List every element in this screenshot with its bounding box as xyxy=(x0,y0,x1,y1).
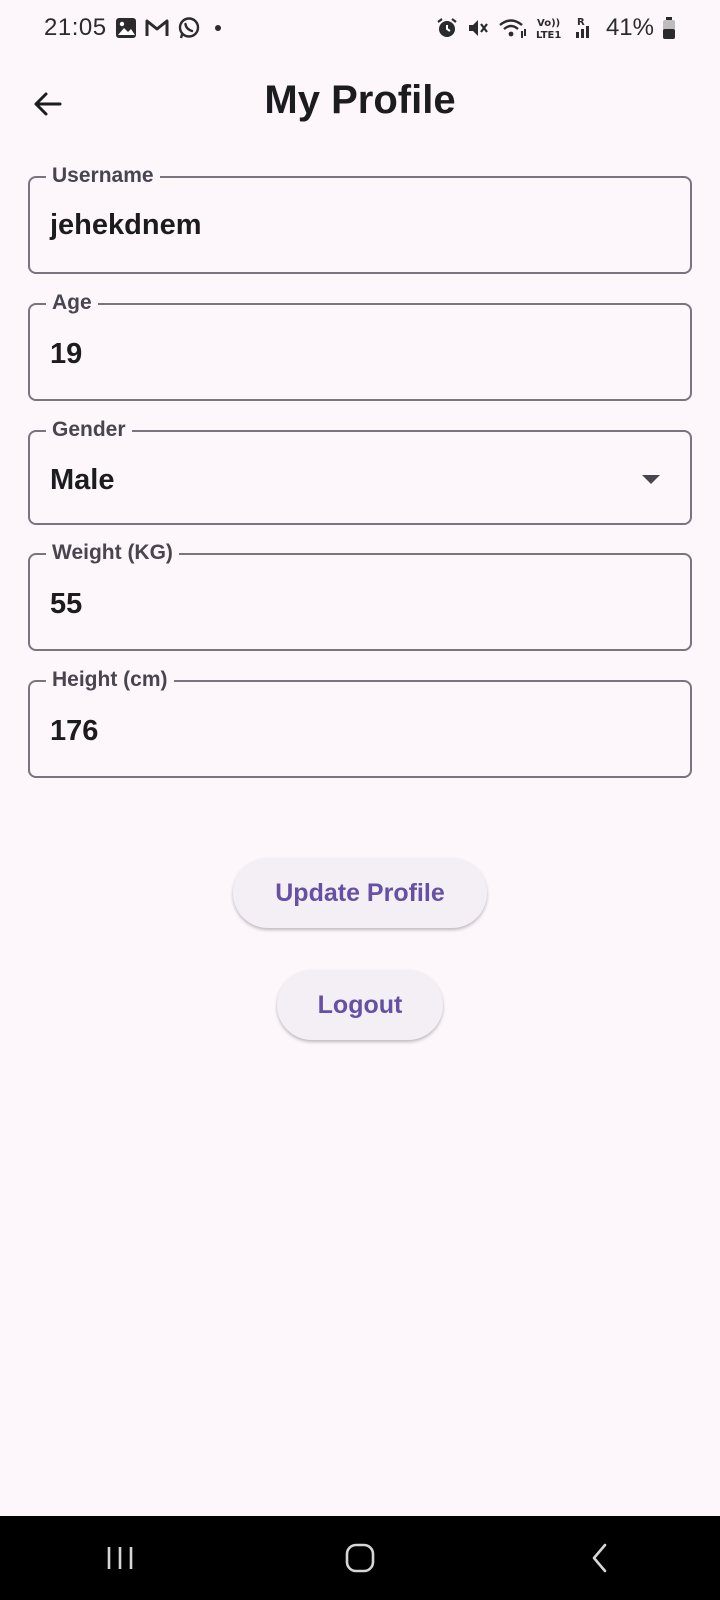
update-profile-button[interactable]: Update Profile xyxy=(233,858,487,928)
username-value[interactable]: jehekdnem xyxy=(50,209,202,242)
username-field[interactable]: Username jehekdnem xyxy=(28,164,692,274)
battery-percent: 41% xyxy=(605,14,654,41)
whatsapp-icon xyxy=(177,16,201,40)
age-field[interactable]: Age 19 xyxy=(28,291,692,401)
status-bar: 21:05 Vo)) LTE1 R 41% xyxy=(0,0,720,56)
status-time: 21:05 xyxy=(44,14,107,41)
system-nav-bar xyxy=(0,1516,720,1600)
gender-value[interactable]: Male xyxy=(50,464,114,497)
signal-icon: R xyxy=(572,16,594,40)
height-value[interactable]: 176 xyxy=(50,715,98,748)
profile-screen: 21:05 Vo)) LTE1 R 41% My Profile Usernam… xyxy=(0,0,720,1600)
height-label: Height (cm) xyxy=(46,668,174,692)
volte-lte-icon: Vo)) LTE1 xyxy=(536,16,564,40)
home-button[interactable] xyxy=(300,1516,420,1600)
alarm-icon xyxy=(436,17,458,39)
wifi-icon xyxy=(498,17,528,39)
recents-icon xyxy=(107,1547,133,1569)
battery-icon xyxy=(662,16,676,40)
svg-text:Vo)): Vo)) xyxy=(537,18,560,29)
logout-button[interactable]: Logout xyxy=(277,970,443,1040)
gender-label: Gender xyxy=(46,418,132,442)
username-label: Username xyxy=(46,164,160,188)
age-value[interactable]: 19 xyxy=(50,338,82,371)
notification-dot xyxy=(214,25,221,31)
recents-button[interactable] xyxy=(60,1516,180,1600)
status-bar-left: 21:05 xyxy=(44,14,221,42)
height-field[interactable]: Height (cm) 176 xyxy=(28,668,692,778)
home-icon xyxy=(345,1543,375,1573)
dropdown-arrow-icon[interactable] xyxy=(642,475,660,484)
age-label: Age xyxy=(46,291,98,315)
status-bar-right: Vo)) LTE1 R 41% xyxy=(436,14,676,42)
mute-icon xyxy=(466,17,490,39)
weight-label: Weight (KG) xyxy=(46,541,179,565)
svg-text:LTE1: LTE1 xyxy=(536,30,561,40)
weight-value[interactable]: 55 xyxy=(50,588,82,621)
gallery-icon xyxy=(115,17,137,39)
page-title: My Profile xyxy=(264,78,456,122)
back-icon xyxy=(592,1543,607,1573)
gmail-icon xyxy=(145,18,169,38)
gender-dropdown[interactable]: Gender Male xyxy=(28,418,692,525)
app-bar: My Profile xyxy=(0,56,720,148)
back-nav-button[interactable] xyxy=(540,1516,660,1600)
svg-text:R: R xyxy=(577,17,585,28)
weight-field[interactable]: Weight (KG) 55 xyxy=(28,541,692,651)
